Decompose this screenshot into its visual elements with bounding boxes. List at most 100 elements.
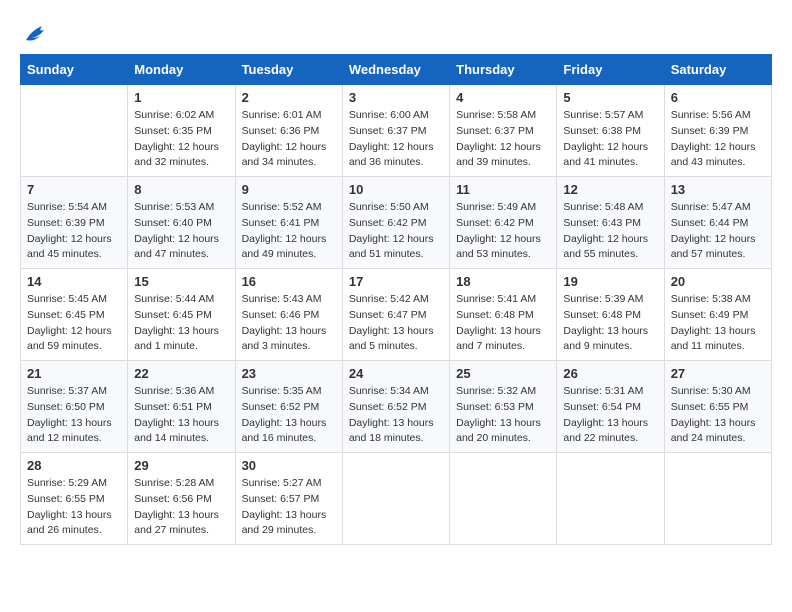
day-number: 22 <box>134 366 228 381</box>
day-number: 16 <box>242 274 336 289</box>
day-info: Sunrise: 5:44 AM Sunset: 6:45 PM Dayligh… <box>134 292 228 355</box>
day-info: Sunrise: 6:01 AM Sunset: 6:36 PM Dayligh… <box>242 108 336 171</box>
calendar-week-row: 28 Sunrise: 5:29 AM Sunset: 6:55 PM Dayli… <box>21 453 772 545</box>
day-info: Sunrise: 5:45 AM Sunset: 6:45 PM Dayligh… <box>27 292 121 355</box>
day-number: 15 <box>134 274 228 289</box>
day-info: Sunrise: 5:43 AM Sunset: 6:46 PM Dayligh… <box>242 292 336 355</box>
day-info: Sunrise: 5:53 AM Sunset: 6:40 PM Dayligh… <box>134 200 228 263</box>
weekday-header-saturday: Saturday <box>664 55 771 85</box>
day-number: 12 <box>563 182 657 197</box>
calendar-cell: 3 Sunrise: 6:00 AM Sunset: 6:37 PM Daylig… <box>342 85 449 177</box>
weekday-header-wednesday: Wednesday <box>342 55 449 85</box>
day-info: Sunrise: 5:42 AM Sunset: 6:47 PM Dayligh… <box>349 292 443 355</box>
day-number: 14 <box>27 274 121 289</box>
weekday-header-friday: Friday <box>557 55 664 85</box>
calendar-cell: 23 Sunrise: 5:35 AM Sunset: 6:52 PM Dayli… <box>235 361 342 453</box>
calendar-cell: 1 Sunrise: 6:02 AM Sunset: 6:35 PM Daylig… <box>128 85 235 177</box>
day-info: Sunrise: 5:52 AM Sunset: 6:41 PM Dayligh… <box>242 200 336 263</box>
day-info: Sunrise: 5:57 AM Sunset: 6:38 PM Dayligh… <box>563 108 657 171</box>
weekday-header-sunday: Sunday <box>21 55 128 85</box>
day-info: Sunrise: 5:31 AM Sunset: 6:54 PM Dayligh… <box>563 384 657 447</box>
calendar-cell: 6 Sunrise: 5:56 AM Sunset: 6:39 PM Daylig… <box>664 85 771 177</box>
day-info: Sunrise: 5:37 AM Sunset: 6:50 PM Dayligh… <box>27 384 121 447</box>
day-info: Sunrise: 5:38 AM Sunset: 6:49 PM Dayligh… <box>671 292 765 355</box>
calendar-cell: 15 Sunrise: 5:44 AM Sunset: 6:45 PM Dayli… <box>128 269 235 361</box>
calendar-cell: 18 Sunrise: 5:41 AM Sunset: 6:48 PM Dayli… <box>450 269 557 361</box>
day-info: Sunrise: 5:28 AM Sunset: 6:56 PM Dayligh… <box>134 476 228 539</box>
logo-bird-icon <box>22 22 50 44</box>
calendar-cell <box>557 453 664 545</box>
day-number: 4 <box>456 90 550 105</box>
logo <box>20 20 50 38</box>
day-number: 10 <box>349 182 443 197</box>
day-info: Sunrise: 5:41 AM Sunset: 6:48 PM Dayligh… <box>456 292 550 355</box>
day-number: 13 <box>671 182 765 197</box>
day-number: 3 <box>349 90 443 105</box>
day-info: Sunrise: 5:49 AM Sunset: 6:42 PM Dayligh… <box>456 200 550 263</box>
calendar-cell <box>664 453 771 545</box>
day-info: Sunrise: 5:54 AM Sunset: 6:39 PM Dayligh… <box>27 200 121 263</box>
calendar-cell: 4 Sunrise: 5:58 AM Sunset: 6:37 PM Daylig… <box>450 85 557 177</box>
calendar-table: SundayMondayTuesdayWednesdayThursdayFrid… <box>20 54 772 545</box>
calendar-cell: 30Sunrise: 5:27 AM Sunset: 6:57 PM Dayli… <box>235 453 342 545</box>
day-info: Sunrise: 5:47 AM Sunset: 6:44 PM Dayligh… <box>671 200 765 263</box>
weekday-header-thursday: Thursday <box>450 55 557 85</box>
calendar-cell: 8 Sunrise: 5:53 AM Sunset: 6:40 PM Daylig… <box>128 177 235 269</box>
calendar-cell: 14 Sunrise: 5:45 AM Sunset: 6:45 PM Dayli… <box>21 269 128 361</box>
calendar-cell: 11 Sunrise: 5:49 AM Sunset: 6:42 PM Dayli… <box>450 177 557 269</box>
day-number: 11 <box>456 182 550 197</box>
calendar-cell: 9 Sunrise: 5:52 AM Sunset: 6:41 PM Daylig… <box>235 177 342 269</box>
calendar-cell: 26Sunrise: 5:31 AM Sunset: 6:54 PM Dayli… <box>557 361 664 453</box>
calendar-cell: 13 Sunrise: 5:47 AM Sunset: 6:44 PM Dayli… <box>664 177 771 269</box>
calendar-cell: 20 Sunrise: 5:38 AM Sunset: 6:49 PM Dayli… <box>664 269 771 361</box>
calendar-cell: 7Sunrise: 5:54 AM Sunset: 6:39 PM Daylig… <box>21 177 128 269</box>
day-info: Sunrise: 5:56 AM Sunset: 6:39 PM Dayligh… <box>671 108 765 171</box>
day-number: 21 <box>27 366 121 381</box>
day-number: 8 <box>134 182 228 197</box>
calendar-cell: 25 Sunrise: 5:32 AM Sunset: 6:53 PM Dayli… <box>450 361 557 453</box>
calendar-cell: 21 Sunrise: 5:37 AM Sunset: 6:50 PM Dayli… <box>21 361 128 453</box>
calendar-week-row: 21 Sunrise: 5:37 AM Sunset: 6:50 PM Dayli… <box>21 361 772 453</box>
day-number: 2 <box>242 90 336 105</box>
day-info: Sunrise: 5:35 AM Sunset: 6:52 PM Dayligh… <box>242 384 336 447</box>
day-info: Sunrise: 5:30 AM Sunset: 6:55 PM Dayligh… <box>671 384 765 447</box>
calendar-cell <box>342 453 449 545</box>
day-number: 27 <box>671 366 765 381</box>
day-number: 9 <box>242 182 336 197</box>
calendar-cell: 19Sunrise: 5:39 AM Sunset: 6:48 PM Dayli… <box>557 269 664 361</box>
day-number: 18 <box>456 274 550 289</box>
day-info: Sunrise: 5:39 AM Sunset: 6:48 PM Dayligh… <box>563 292 657 355</box>
weekday-header-tuesday: Tuesday <box>235 55 342 85</box>
day-info: Sunrise: 5:58 AM Sunset: 6:37 PM Dayligh… <box>456 108 550 171</box>
calendar-cell: 17 Sunrise: 5:42 AM Sunset: 6:47 PM Dayli… <box>342 269 449 361</box>
day-number: 5 <box>563 90 657 105</box>
calendar-cell <box>450 453 557 545</box>
day-info: Sunrise: 6:02 AM Sunset: 6:35 PM Dayligh… <box>134 108 228 171</box>
day-info: Sunrise: 6:00 AM Sunset: 6:37 PM Dayligh… <box>349 108 443 171</box>
day-info: Sunrise: 5:29 AM Sunset: 6:55 PM Dayligh… <box>27 476 121 539</box>
page-header <box>20 20 772 38</box>
day-info: Sunrise: 5:32 AM Sunset: 6:53 PM Dayligh… <box>456 384 550 447</box>
day-number: 23 <box>242 366 336 381</box>
calendar-cell <box>21 85 128 177</box>
calendar-cell: 24 Sunrise: 5:34 AM Sunset: 6:52 PM Dayli… <box>342 361 449 453</box>
day-number: 25 <box>456 366 550 381</box>
calendar-cell: 2 Sunrise: 6:01 AM Sunset: 6:36 PM Daylig… <box>235 85 342 177</box>
day-number: 6 <box>671 90 765 105</box>
day-info: Sunrise: 5:50 AM Sunset: 6:42 PM Dayligh… <box>349 200 443 263</box>
day-number: 24 <box>349 366 443 381</box>
calendar-cell: 10 Sunrise: 5:50 AM Sunset: 6:42 PM Dayli… <box>342 177 449 269</box>
calendar-week-row: 7Sunrise: 5:54 AM Sunset: 6:39 PM Daylig… <box>21 177 772 269</box>
day-number: 20 <box>671 274 765 289</box>
day-number: 1 <box>134 90 228 105</box>
day-number: 17 <box>349 274 443 289</box>
weekday-header-row: SundayMondayTuesdayWednesdayThursdayFrid… <box>21 55 772 85</box>
day-number: 29 <box>134 458 228 473</box>
calendar-week-row: 14 Sunrise: 5:45 AM Sunset: 6:45 PM Dayli… <box>21 269 772 361</box>
calendar-cell: 29 Sunrise: 5:28 AM Sunset: 6:56 PM Dayli… <box>128 453 235 545</box>
day-info: Sunrise: 5:48 AM Sunset: 6:43 PM Dayligh… <box>563 200 657 263</box>
day-info: Sunrise: 5:34 AM Sunset: 6:52 PM Dayligh… <box>349 384 443 447</box>
day-number: 30 <box>242 458 336 473</box>
day-number: 28 <box>27 458 121 473</box>
calendar-week-row: 1 Sunrise: 6:02 AM Sunset: 6:35 PM Daylig… <box>21 85 772 177</box>
